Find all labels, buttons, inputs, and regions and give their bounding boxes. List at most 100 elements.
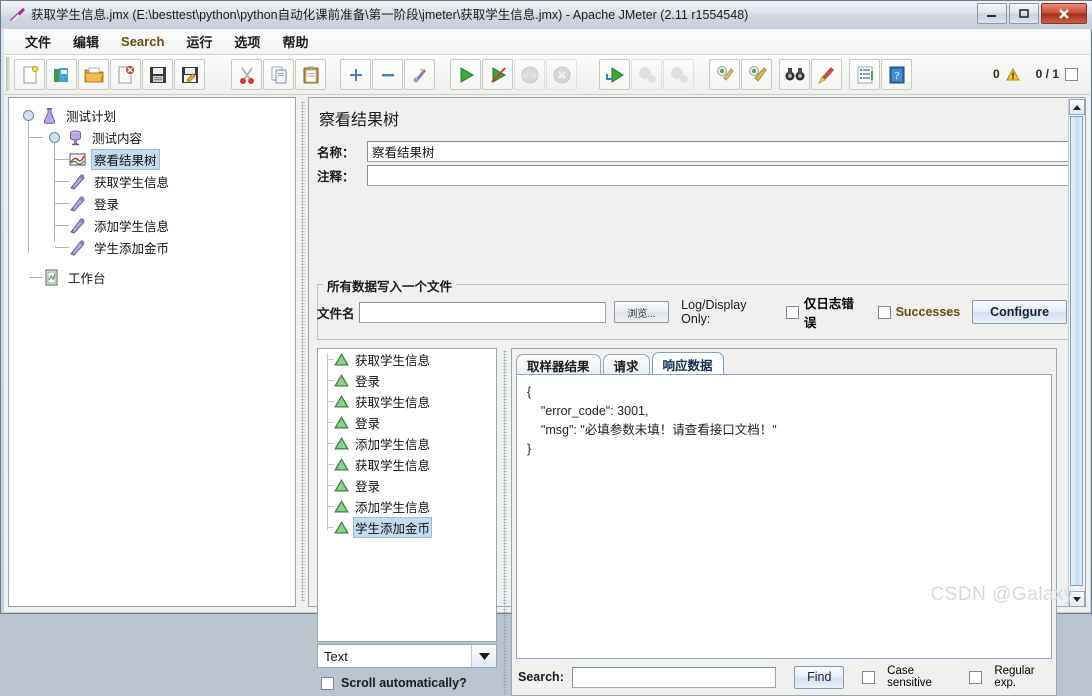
toolbar-remote-start[interactable] — [599, 59, 630, 90]
response-data-content[interactable]: { "error_code": 3001, "msg": "必填参数未填！请查看… — [516, 374, 1052, 659]
list-item[interactable]: 登录 — [318, 370, 496, 391]
main-vertical-splitter[interactable] — [298, 97, 308, 607]
tree-node-workbench[interactable]: 工作台 — [9, 266, 295, 288]
warning-triangle-icon[interactable] — [1005, 67, 1020, 81]
scroll-automatically-label: Scroll automatically? — [341, 676, 467, 690]
scroll-down-button[interactable] — [1069, 591, 1085, 607]
list-item[interactable]: 学生添加金币 — [318, 517, 496, 538]
scroll-up-button[interactable] — [1069, 99, 1085, 115]
window-body: 文件 编辑 Search 运行 选项 帮助 STOP ? 0 0 / 1 测试计… — [4, 29, 1090, 696]
toolbar-templates[interactable] — [46, 59, 77, 90]
tree-node-label: 登录 — [94, 197, 120, 212]
close-button[interactable] — [1041, 3, 1087, 24]
title-bar: 获取学生信息.jmx (E:\besttest\python\python自动化… — [1, 1, 1092, 29]
toolbar-copy[interactable] — [263, 59, 294, 90]
toolbar-reset-search[interactable] — [811, 59, 842, 90]
toolbar-status: 0 0 / 1 — [993, 67, 1078, 81]
list-item[interactable]: 登录 — [318, 475, 496, 496]
tree-node-label: 测试内容 — [92, 131, 143, 146]
results-connector — [327, 422, 334, 423]
toolbar-close[interactable] — [110, 59, 141, 90]
test-plan-icon — [41, 107, 58, 124]
toolbar-drag-handle[interactable] — [6, 57, 10, 91]
window-title: 获取学生信息.jmx (E:\besttest\python\python自动化… — [31, 8, 749, 22]
tree-node-get-student-info[interactable]: 获取学生信息 — [9, 170, 295, 192]
tab-response-data[interactable]: 响应数据 — [651, 352, 724, 375]
list-item[interactable]: 获取学生信息 — [318, 391, 496, 412]
toolbar-search[interactable] — [779, 59, 810, 90]
result-label: 登录 — [355, 480, 381, 494]
result-label: 获取学生信息 — [355, 396, 431, 410]
tab-sampler-result[interactable]: 取样器结果 — [516, 354, 601, 375]
regular-exp-checkbox[interactable] — [969, 670, 983, 684]
toolbar-paste[interactable] — [295, 59, 326, 90]
tree-node-add-student-info[interactable]: 添加学生信息 — [9, 214, 295, 236]
tree-node-login[interactable]: 登录 — [9, 192, 295, 214]
regular-exp-label: Regular exp. — [994, 665, 1035, 689]
toolbar-function-helper[interactable] — [849, 59, 880, 90]
menu-run[interactable]: 运行 — [175, 29, 223, 54]
panel-vertical-scrollbar[interactable] — [1068, 99, 1085, 607]
find-button[interactable]: Find — [794, 665, 845, 689]
warning-count: 0 — [992, 67, 1000, 81]
case-sensitive-checkbox[interactable] — [862, 670, 876, 684]
list-item[interactable]: 登录 — [318, 412, 496, 433]
tree-node-add-gold[interactable]: 学生添加金币 — [9, 236, 295, 258]
filename-input[interactable] — [359, 301, 606, 323]
toolbar-start-no-pauses[interactable] — [482, 59, 513, 90]
toolbar-open[interactable] — [78, 59, 109, 90]
scroll-automatically-checkbox[interactable] — [321, 676, 334, 690]
scrollbar-thumb[interactable] — [1070, 116, 1083, 586]
browse-button[interactable]: 浏览... — [613, 301, 670, 323]
toolbar-toggle[interactable] — [404, 59, 435, 90]
scroll-automatically-row[interactable]: Scroll automatically? — [321, 676, 467, 690]
toolbar-collapse[interactable] — [372, 59, 403, 90]
configure-button[interactable]: Configure — [972, 300, 1067, 324]
errors-only-checkbox[interactable] — [785, 305, 799, 319]
toolbar-save[interactable] — [142, 59, 173, 90]
list-item[interactable]: 添加学生信息 — [318, 433, 496, 454]
menu-edit[interactable]: 编辑 — [62, 29, 110, 54]
maximize-button[interactable] — [1009, 3, 1039, 24]
write-to-file-title: 所有数据写入一个文件 — [323, 276, 457, 295]
toolbar-help[interactable]: ? — [881, 59, 912, 90]
result-label: 添加学生信息 — [355, 501, 431, 515]
list-item[interactable]: 获取学生信息 — [318, 349, 496, 370]
menu-file[interactable]: 文件 — [14, 29, 62, 54]
minimize-button[interactable] — [977, 3, 1007, 24]
toolbar-clear-all[interactable] — [741, 59, 772, 90]
toolbar-clear[interactable] — [709, 59, 740, 90]
results-connector — [327, 506, 334, 507]
search-input[interactable] — [571, 666, 777, 688]
toolbar: STOP ? 0 0 / 1 — [4, 55, 1090, 95]
toolbar-save-as[interactable] — [174, 59, 205, 90]
comment-input[interactable] — [367, 164, 1069, 186]
tree-expand-handle-icon[interactable] — [49, 132, 60, 143]
name-input[interactable]: 察看结果树 — [367, 140, 1069, 162]
menu-search[interactable]: Search — [110, 31, 175, 52]
results-detail-splitter[interactable] — [501, 348, 510, 696]
toolbar-start[interactable] — [450, 59, 481, 90]
renderer-combobox[interactable]: Text — [317, 644, 497, 668]
tree-node-test-plan[interactable]: 测试计划 — [9, 104, 295, 126]
toolbar-expand[interactable] — [340, 59, 371, 90]
menu-options[interactable]: 选项 — [223, 29, 271, 54]
toolbar-cut[interactable] — [231, 59, 262, 90]
list-item[interactable]: 获取学生信息 — [318, 454, 496, 475]
result-label: 添加学生信息 — [355, 438, 431, 452]
tab-request[interactable]: 请求 — [602, 354, 650, 375]
success-result-icon — [334, 521, 349, 534]
tree-node-view-results-tree[interactable]: 察看结果树 — [9, 148, 295, 170]
result-detail-panel: 取样器结果 请求 响应数据 { "error_code": 3001, "msg… — [511, 348, 1057, 696]
list-item[interactable]: 添加学生信息 — [318, 496, 496, 517]
successes-checkbox[interactable] — [877, 305, 891, 319]
comment-label: 注释： — [317, 169, 355, 184]
chevron-down-icon[interactable] — [471, 645, 496, 667]
toolbar-new[interactable] — [14, 59, 45, 90]
tree-expand-handle-icon[interactable] — [23, 110, 34, 121]
case-sensitive-label: Case sensitive — [887, 665, 932, 689]
http-sampler-icon — [69, 239, 86, 256]
tree-node-thread-group[interactable]: 测试内容 — [9, 126, 295, 148]
results-connector — [327, 380, 334, 381]
menu-help[interactable]: 帮助 — [271, 29, 319, 54]
